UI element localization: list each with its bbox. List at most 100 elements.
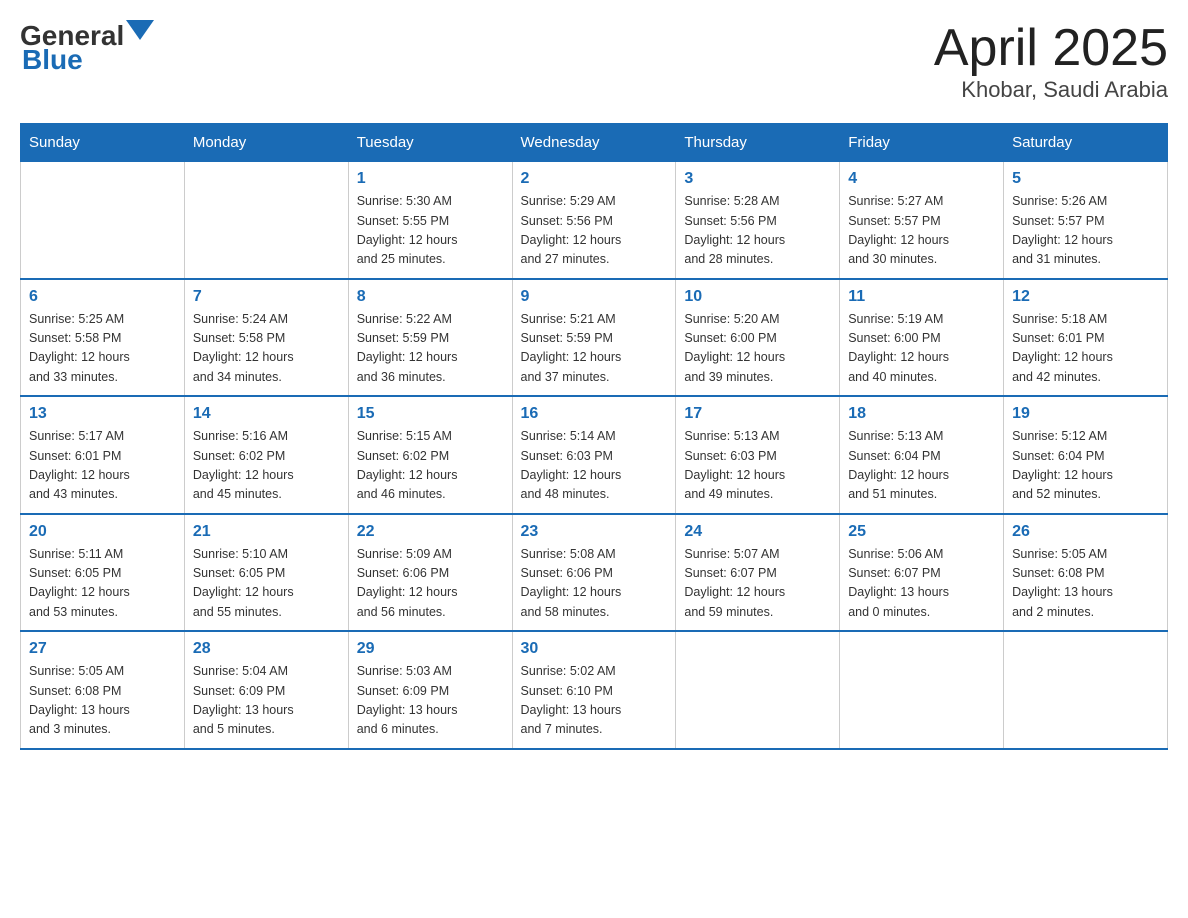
day-info: Sunrise: 5:28 AM Sunset: 5:56 PM Dayligh… xyxy=(684,192,831,270)
page-subtitle: Khobar, Saudi Arabia xyxy=(934,77,1168,103)
day-number: 27 xyxy=(29,640,176,658)
calendar-cell: 5 Sunrise: 5:26 AM Sunset: 5:57 PM Daylig… xyxy=(1004,162,1168,279)
calendar-cell: 27 Sunrise: 5:05 AM Sunset: 6:08 PM Dayli… xyxy=(21,631,185,749)
day-number: 20 xyxy=(29,523,176,541)
day-info: Sunrise: 5:17 AM Sunset: 6:01 PM Dayligh… xyxy=(29,427,176,505)
header-tuesday: Tuesday xyxy=(348,124,512,162)
day-number: 30 xyxy=(521,640,668,658)
calendar-cell: 12 Sunrise: 5:18 AM Sunset: 6:01 PM Dayli… xyxy=(1004,279,1168,397)
day-info: Sunrise: 5:13 AM Sunset: 6:04 PM Dayligh… xyxy=(848,427,995,505)
day-info: Sunrise: 5:12 AM Sunset: 6:04 PM Dayligh… xyxy=(1012,427,1159,505)
day-info: Sunrise: 5:11 AM Sunset: 6:05 PM Dayligh… xyxy=(29,545,176,623)
page-header: General Blue April 2025 Khobar, Saudi Ar… xyxy=(20,20,1168,103)
calendar-cell: 2Sunrise: 5:29 AM Sunset: 5:56 PM Daylig… xyxy=(512,162,676,279)
calendar-week-row: 27 Sunrise: 5:05 AM Sunset: 6:08 PM Dayli… xyxy=(21,631,1168,749)
day-number: 1 xyxy=(357,170,504,188)
day-info: Sunrise: 5:21 AM Sunset: 5:59 PM Dayligh… xyxy=(521,310,668,388)
calendar-table: SundayMondayTuesdayWednesdayThursdayFrid… xyxy=(20,123,1168,750)
day-info: Sunrise: 5:06 AM Sunset: 6:07 PM Dayligh… xyxy=(848,545,995,623)
header-wednesday: Wednesday xyxy=(512,124,676,162)
logo-blue: Blue xyxy=(22,44,83,76)
day-number: 28 xyxy=(193,640,340,658)
day-number: 7 xyxy=(193,288,340,306)
day-info: Sunrise: 5:09 AM Sunset: 6:06 PM Dayligh… xyxy=(357,545,504,623)
calendar-cell: 28 Sunrise: 5:04 AM Sunset: 6:09 PM Dayli… xyxy=(184,631,348,749)
day-number: 17 xyxy=(684,405,831,423)
calendar-cell: 17 Sunrise: 5:13 AM Sunset: 6:03 PM Dayli… xyxy=(676,396,840,514)
calendar-cell: 3Sunrise: 5:28 AM Sunset: 5:56 PM Daylig… xyxy=(676,162,840,279)
day-number: 9 xyxy=(521,288,668,306)
header-friday: Friday xyxy=(840,124,1004,162)
day-info: Sunrise: 5:10 AM Sunset: 6:05 PM Dayligh… xyxy=(193,545,340,623)
day-number: 5 xyxy=(1012,170,1159,188)
calendar-week-row: 13Sunrise: 5:17 AM Sunset: 6:01 PM Dayli… xyxy=(21,396,1168,514)
day-number: 4 xyxy=(848,170,995,188)
calendar-cell: 11 Sunrise: 5:19 AM Sunset: 6:00 PM Dayli… xyxy=(840,279,1004,397)
day-number: 19 xyxy=(1012,405,1159,423)
calendar-cell: 7Sunrise: 5:24 AM Sunset: 5:58 PM Daylig… xyxy=(184,279,348,397)
calendar-cell: 13Sunrise: 5:17 AM Sunset: 6:01 PM Dayli… xyxy=(21,396,185,514)
header-saturday: Saturday xyxy=(1004,124,1168,162)
logo: General Blue xyxy=(20,20,154,76)
calendar-cell: 26Sunrise: 5:05 AM Sunset: 6:08 PM Dayli… xyxy=(1004,514,1168,632)
day-info: Sunrise: 5:04 AM Sunset: 6:09 PM Dayligh… xyxy=(193,662,340,740)
header-monday: Monday xyxy=(184,124,348,162)
day-info: Sunrise: 5:13 AM Sunset: 6:03 PM Dayligh… xyxy=(684,427,831,505)
day-number: 18 xyxy=(848,405,995,423)
day-info: Sunrise: 5:16 AM Sunset: 6:02 PM Dayligh… xyxy=(193,427,340,505)
calendar-cell: 14Sunrise: 5:16 AM Sunset: 6:02 PM Dayli… xyxy=(184,396,348,514)
calendar-cell: 21 Sunrise: 5:10 AM Sunset: 6:05 PM Dayli… xyxy=(184,514,348,632)
calendar-cell: 20 Sunrise: 5:11 AM Sunset: 6:05 PM Dayli… xyxy=(21,514,185,632)
day-info: Sunrise: 5:15 AM Sunset: 6:02 PM Dayligh… xyxy=(357,427,504,505)
day-number: 10 xyxy=(684,288,831,306)
calendar-cell: 4Sunrise: 5:27 AM Sunset: 5:57 PM Daylig… xyxy=(840,162,1004,279)
header-thursday: Thursday xyxy=(676,124,840,162)
day-number: 21 xyxy=(193,523,340,541)
day-number: 29 xyxy=(357,640,504,658)
calendar-cell: 9 Sunrise: 5:21 AM Sunset: 5:59 PM Daylig… xyxy=(512,279,676,397)
calendar-cell: 15 Sunrise: 5:15 AM Sunset: 6:02 PM Dayli… xyxy=(348,396,512,514)
day-info: Sunrise: 5:25 AM Sunset: 5:58 PM Dayligh… xyxy=(29,310,176,388)
calendar-week-row: 20 Sunrise: 5:11 AM Sunset: 6:05 PM Dayli… xyxy=(21,514,1168,632)
calendar-cell: 19 Sunrise: 5:12 AM Sunset: 6:04 PM Dayli… xyxy=(1004,396,1168,514)
calendar-cell: 23Sunrise: 5:08 AM Sunset: 6:06 PM Dayli… xyxy=(512,514,676,632)
calendar-cell: 1 Sunrise: 5:30 AM Sunset: 5:55 PM Daylig… xyxy=(348,162,512,279)
day-info: Sunrise: 5:03 AM Sunset: 6:09 PM Dayligh… xyxy=(357,662,504,740)
day-info: Sunrise: 5:26 AM Sunset: 5:57 PM Dayligh… xyxy=(1012,192,1159,270)
day-info: Sunrise: 5:20 AM Sunset: 6:00 PM Dayligh… xyxy=(684,310,831,388)
calendar-cell: 29 Sunrise: 5:03 AM Sunset: 6:09 PM Dayli… xyxy=(348,631,512,749)
day-info: Sunrise: 5:02 AM Sunset: 6:10 PM Dayligh… xyxy=(521,662,668,740)
day-number: 6 xyxy=(29,288,176,306)
day-info: Sunrise: 5:30 AM Sunset: 5:55 PM Dayligh… xyxy=(357,192,504,270)
day-number: 26 xyxy=(1012,523,1159,541)
day-number: 12 xyxy=(1012,288,1159,306)
day-number: 25 xyxy=(848,523,995,541)
calendar-cell: 6 Sunrise: 5:25 AM Sunset: 5:58 PM Daylig… xyxy=(21,279,185,397)
day-info: Sunrise: 5:07 AM Sunset: 6:07 PM Dayligh… xyxy=(684,545,831,623)
calendar-cell: 8 Sunrise: 5:22 AM Sunset: 5:59 PM Daylig… xyxy=(348,279,512,397)
day-number: 15 xyxy=(357,405,504,423)
calendar-week-row: 1 Sunrise: 5:30 AM Sunset: 5:55 PM Daylig… xyxy=(21,162,1168,279)
calendar-cell: 16Sunrise: 5:14 AM Sunset: 6:03 PM Dayli… xyxy=(512,396,676,514)
title-block: April 2025 Khobar, Saudi Arabia xyxy=(934,20,1168,103)
day-number: 22 xyxy=(357,523,504,541)
day-info: Sunrise: 5:08 AM Sunset: 6:06 PM Dayligh… xyxy=(521,545,668,623)
day-info: Sunrise: 5:29 AM Sunset: 5:56 PM Dayligh… xyxy=(521,192,668,270)
day-number: 8 xyxy=(357,288,504,306)
day-info: Sunrise: 5:19 AM Sunset: 6:00 PM Dayligh… xyxy=(848,310,995,388)
day-info: Sunrise: 5:18 AM Sunset: 6:01 PM Dayligh… xyxy=(1012,310,1159,388)
calendar-cell xyxy=(184,162,348,279)
calendar-cell: 24Sunrise: 5:07 AM Sunset: 6:07 PM Dayli… xyxy=(676,514,840,632)
calendar-cell xyxy=(676,631,840,749)
calendar-cell: 22 Sunrise: 5:09 AM Sunset: 6:06 PM Dayli… xyxy=(348,514,512,632)
calendar-cell: 25 Sunrise: 5:06 AM Sunset: 6:07 PM Dayli… xyxy=(840,514,1004,632)
day-number: 11 xyxy=(848,288,995,306)
day-info: Sunrise: 5:22 AM Sunset: 5:59 PM Dayligh… xyxy=(357,310,504,388)
day-info: Sunrise: 5:05 AM Sunset: 6:08 PM Dayligh… xyxy=(29,662,176,740)
calendar-cell xyxy=(1004,631,1168,749)
calendar-week-row: 6 Sunrise: 5:25 AM Sunset: 5:58 PM Daylig… xyxy=(21,279,1168,397)
day-info: Sunrise: 5:14 AM Sunset: 6:03 PM Dayligh… xyxy=(521,427,668,505)
header-sunday: Sunday xyxy=(21,124,185,162)
page-title: April 2025 xyxy=(934,20,1168,77)
logo-icon xyxy=(126,20,154,48)
